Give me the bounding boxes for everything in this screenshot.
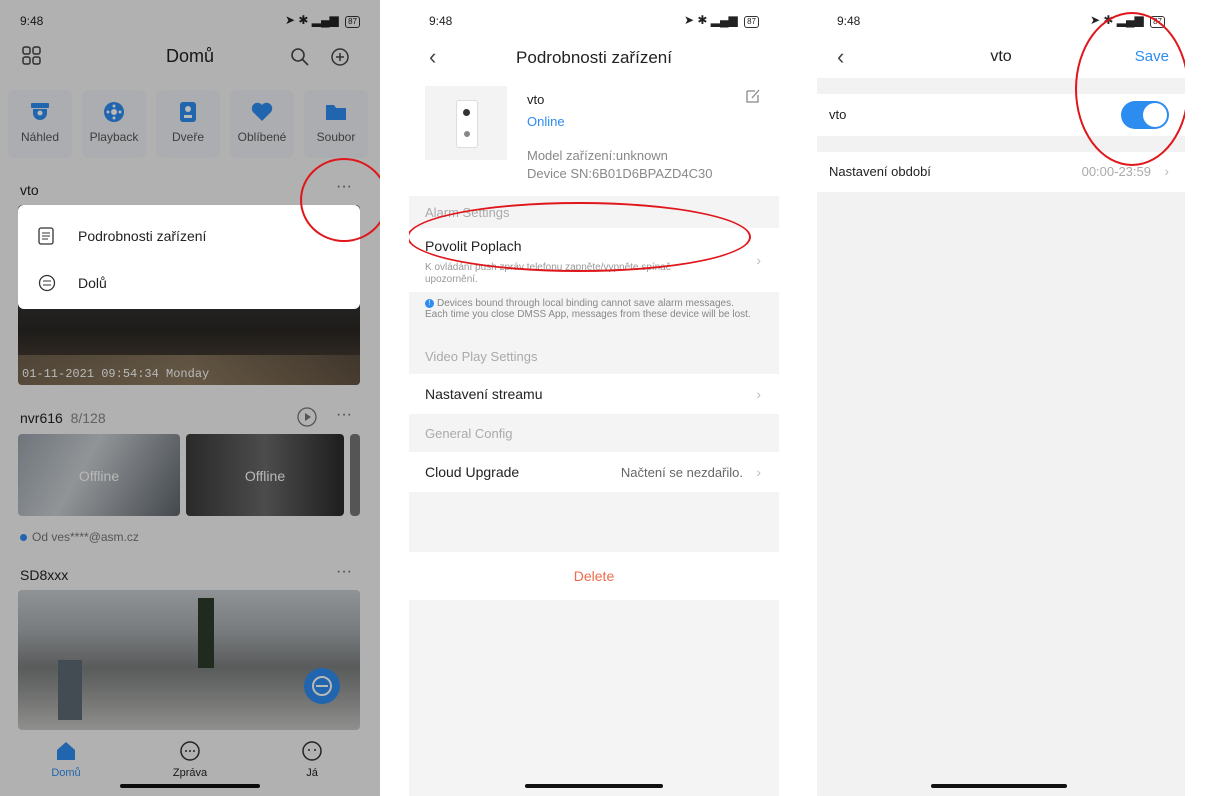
row-label: Nastavení období — [829, 164, 931, 179]
device-name: vto — [527, 92, 545, 107]
stream-settings-row[interactable]: Nastavení streamu › — [409, 374, 779, 414]
row-value: 00:00-23:59 — [1081, 164, 1151, 179]
button-icon — [464, 131, 470, 137]
device-info-card: vto Online Model zařízení:unknown Device… — [409, 78, 779, 196]
delete-label: Delete — [573, 568, 615, 584]
annotation-circle — [300, 158, 380, 242]
section-header: General Config — [425, 426, 513, 441]
edit-icon[interactable] — [745, 88, 761, 109]
intercom-icon — [456, 100, 478, 148]
device-details-screen: 9:48 ➤ ✱ ▂▄▆ 87 ‹ Podrobnosti zařízení v… — [409, 0, 779, 796]
device-status: Online — [527, 114, 565, 129]
page-title: Podrobnosti zařízení — [516, 48, 672, 67]
menu-item-label: Dolů — [78, 275, 107, 291]
menu-item-down[interactable]: Dolů — [18, 261, 360, 305]
delete-button[interactable]: Delete — [409, 552, 779, 600]
status-bar: 9:48 ➤ ✱ ▂▄▆ 87 — [409, 0, 779, 40]
section-header: Video Play Settings — [425, 349, 538, 364]
home-indicator — [525, 784, 663, 788]
info-icon: ! — [425, 298, 434, 308]
dim-overlay[interactable] — [0, 0, 380, 796]
status-time: 9:48 — [429, 14, 453, 28]
chevron-right-icon: › — [756, 386, 761, 402]
home-indicator — [931, 784, 1067, 788]
annotation-circle — [1075, 12, 1185, 166]
row-value: Načtení se nezdařilo. — [620, 465, 743, 480]
menu-item-label: Podrobnosti zařízení — [78, 228, 207, 244]
row-label: vto — [829, 107, 847, 122]
chevron-right-icon: › — [756, 464, 761, 480]
nav-header: ‹ Podrobnosti zařízení — [409, 40, 779, 78]
lens-icon — [463, 109, 470, 116]
chevron-right-icon: › — [1164, 163, 1169, 179]
cloud-upgrade-row[interactable]: Cloud Upgrade Načtení se nezdařilo. › — [409, 452, 779, 492]
status-time: 9:48 — [837, 14, 861, 28]
chevron-right-icon: › — [756, 252, 761, 268]
status-icons: ➤ ✱ ▂▄▆ 87 — [684, 13, 759, 28]
row-label: Cloud Upgrade — [425, 464, 520, 480]
row-label: Nastavení streamu — [425, 386, 543, 402]
home-screen: 9:48 ➤ ✱ ▂▄▆ 87 Domů Náhled Playback Dve… — [0, 0, 380, 796]
annotation-circle — [409, 202, 751, 272]
down-icon — [38, 274, 56, 297]
notice-body: Devices bound through local binding cann… — [425, 298, 751, 320]
device-sn: Device SN:6B01D6BPAZD4C30 — [527, 166, 713, 181]
device-model: Model zařízení:unknown — [527, 148, 668, 163]
notice-text: ! Devices bound through local binding can… — [425, 298, 755, 320]
document-icon — [38, 227, 54, 250]
battery-icon: 87 — [744, 16, 759, 28]
alarm-settings-screen: 9:48 ➤ ✱ ▂▄▆ 87 ‹ vto Save vto Nastavení… — [817, 0, 1185, 796]
device-image — [425, 86, 507, 160]
